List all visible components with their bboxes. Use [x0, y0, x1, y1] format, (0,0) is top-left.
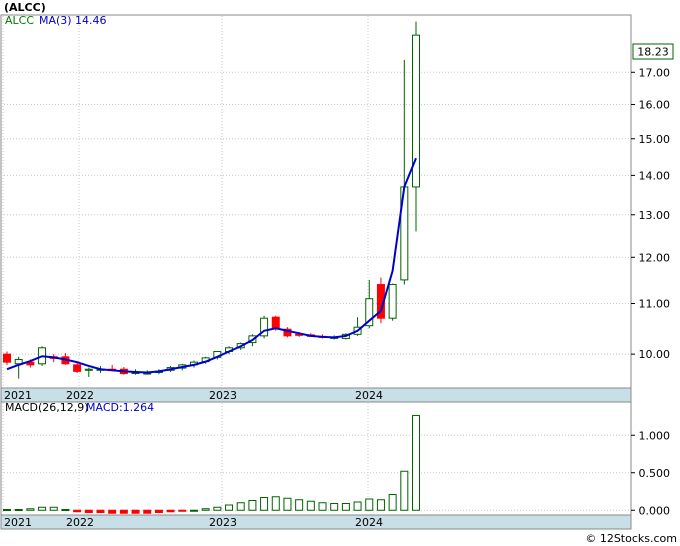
- macd-legend-value: MACD:1.264: [86, 401, 154, 414]
- price-tick-label: 14.00: [639, 169, 671, 182]
- legend-symbol: ALCC: [5, 14, 34, 27]
- price-tick-label: 16.00: [639, 98, 671, 111]
- macd-bar: [49, 506, 58, 511]
- candle: [388, 283, 397, 321]
- price-date-label: 2023: [209, 389, 237, 402]
- candle-body: [84, 368, 93, 371]
- macd-bar: [38, 506, 47, 511]
- macd-bar: [412, 414, 420, 511]
- price-tick-label: 10.00: [639, 348, 671, 361]
- price-tick-label: 11.00: [639, 298, 671, 311]
- macd-bar: [26, 508, 35, 511]
- price-date-band: [0, 387, 632, 403]
- price-y-axis: 10.00 11.00 12.00 13.00 14.00 15.00 16.00 17.00: [631, 66, 670, 361]
- macd-bar: [318, 502, 327, 511]
- macd-bar: [84, 509, 93, 513]
- macd-bar: [225, 504, 234, 511]
- candle: [260, 315, 269, 339]
- macd-bar: [388, 494, 397, 511]
- macd-bar: [376, 499, 385, 511]
- macd-panel-frame: [0, 401, 632, 516]
- macd-bar: [143, 509, 152, 514]
- macd-bar: [119, 509, 128, 514]
- macd-date-label: 2022: [66, 516, 94, 529]
- macd-bar: [154, 509, 163, 513]
- macd-bar: [271, 496, 280, 511]
- chart-title: (ALCC): [4, 1, 46, 14]
- macd-bar: [3, 509, 11, 511]
- last-price-value: 18.23: [637, 46, 669, 59]
- price-panel-frame: [0, 14, 632, 389]
- macd-y-axis: 0.000 0.500 1.000: [631, 429, 670, 517]
- macd-date-label: 2023: [209, 516, 237, 529]
- macd-bar: [341, 503, 350, 511]
- macd-bar: [96, 509, 105, 513]
- macd-bar: [248, 500, 257, 511]
- macd-tick-label: 0.500: [639, 467, 671, 480]
- price-tick-label: 12.00: [639, 251, 671, 264]
- copyright-text: © 12Stocks.com: [585, 532, 677, 545]
- macd-bar: [131, 509, 140, 514]
- macd-bar: [260, 497, 269, 511]
- macd-bar: [213, 506, 222, 511]
- macd-tick-label: 0.000: [639, 504, 671, 517]
- macd-legend-label: MACD(26,12,9): [5, 401, 89, 414]
- macd-bar: [166, 509, 175, 513]
- candle-body: [271, 316, 280, 329]
- macd-bar: [306, 500, 315, 511]
- price-date-label: 2024: [355, 389, 383, 402]
- macd-bar: [108, 509, 117, 514]
- macd-bar: [330, 503, 339, 511]
- macd-bar: [365, 498, 374, 511]
- macd-bar: [61, 509, 70, 511]
- price-tick-label: 15.00: [639, 133, 671, 146]
- macd-date-band: [0, 514, 632, 530]
- chart-canvas: (ALCC) 10.00 11.00 12.00 13.00 14.00 15.00 16.…: [0, 1, 677, 545]
- candle-body: [3, 353, 11, 363]
- candle-body: [388, 284, 397, 319]
- candle-body: [73, 364, 82, 372]
- legend-ma-label: MA(3): [39, 14, 72, 27]
- macd-bar: [178, 509, 187, 512]
- macd-bar: [201, 508, 210, 511]
- macd-tick-label: 1.000: [639, 429, 671, 442]
- macd-bar: [189, 509, 198, 512]
- macd-bar: [73, 509, 82, 513]
- macd-bar: [400, 470, 409, 511]
- macd-date-label: 2021: [4, 516, 32, 529]
- macd-bar: [295, 499, 304, 511]
- macd-bar: [283, 497, 292, 511]
- macd-bar: [14, 509, 23, 511]
- macd-date-label: 2024: [355, 516, 383, 529]
- price-tick-label: 13.00: [639, 209, 671, 222]
- price-tick-label: 17.00: [639, 66, 671, 79]
- legend-ma-value: 14.46: [75, 14, 107, 27]
- macd-bar: [353, 501, 362, 511]
- macd-bar: [236, 502, 245, 511]
